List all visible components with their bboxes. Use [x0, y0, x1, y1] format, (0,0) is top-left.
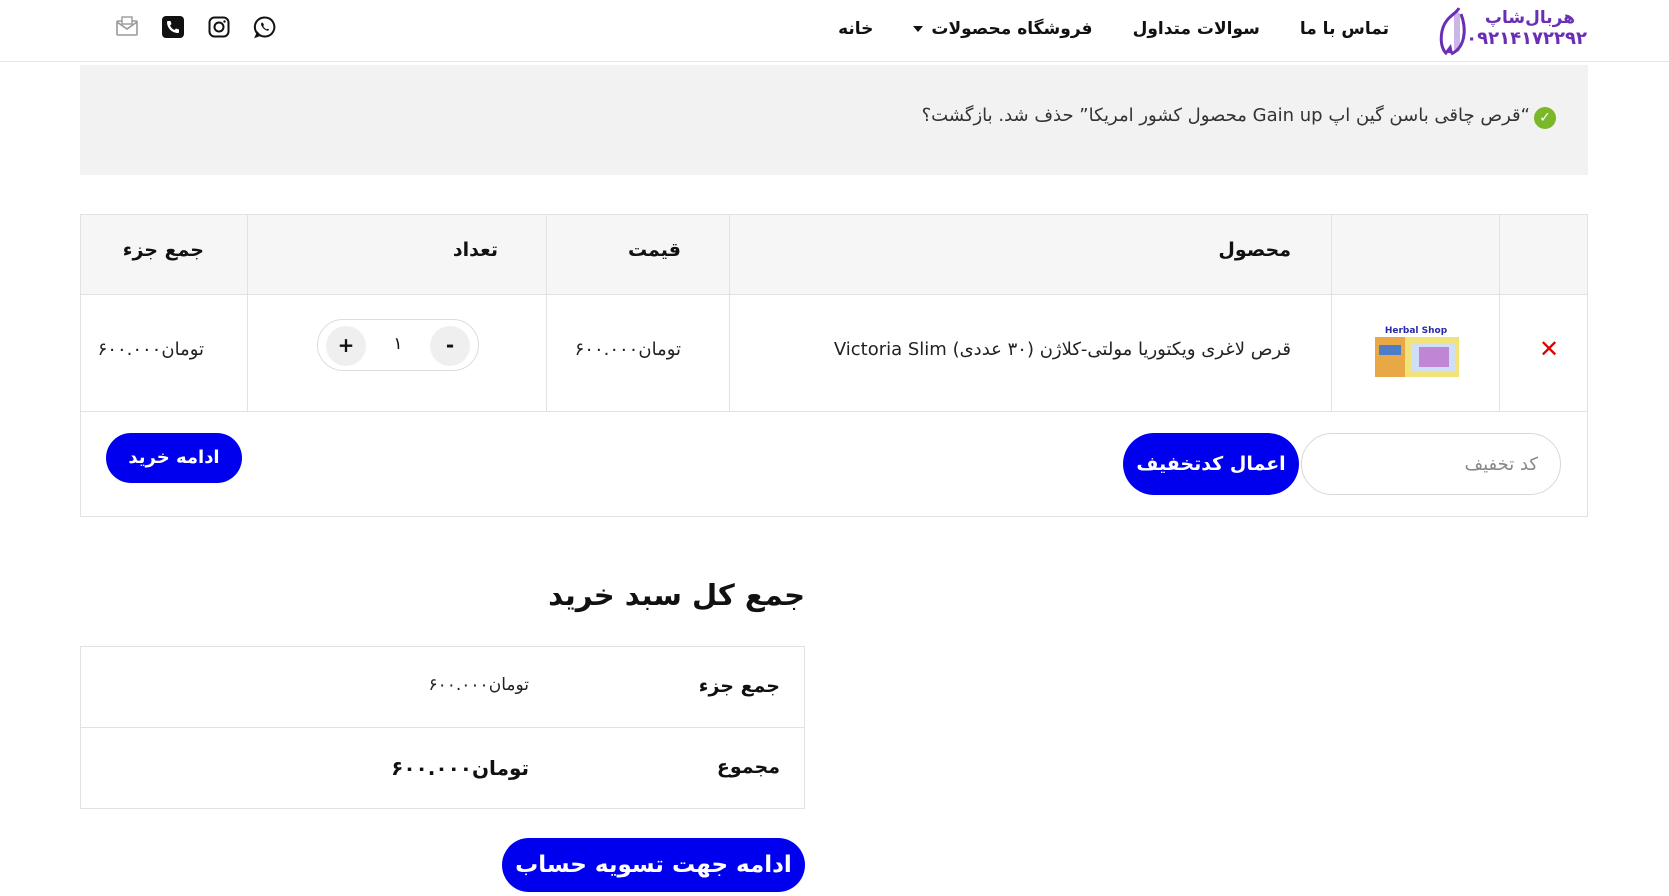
qty-minus-button[interactable]: - [430, 326, 470, 366]
checkout-button[interactable]: ادامه جهت تسویه حساب [502, 838, 805, 892]
logo-phone: ۰۹۲۱۴۱۷۲۲۹۲ [1466, 28, 1587, 49]
totals-total-row: مجموع تومان۶۰۰.۰۰۰ [81, 728, 804, 809]
cart-table: محصول قیمت تعداد جمع جزء ✕ Herbal Shop ق… [80, 214, 1588, 517]
product-price: تومان۶۰۰.۰۰۰ [574, 339, 681, 360]
cart-table-header [81, 215, 1587, 295]
subtotal-value: تومان۶۰۰.۰۰۰ [428, 675, 530, 695]
apply-coupon-button[interactable]: اعمال کدتخفیف [1123, 433, 1299, 495]
site-header: هربال‌شاپ ۰۹۲۱۴۱۷۲۲۹۲ خانه فروشگاه محصول… [0, 0, 1669, 62]
total-value: تومان۶۰۰.۰۰۰ [391, 756, 529, 780]
notice-message[interactable]: “قرص چاقی باسن گین اپ Gain up محصول کشور… [922, 105, 1530, 126]
qty-value[interactable]: ۱ [378, 334, 418, 354]
col-price: قیمت [627, 239, 681, 261]
continue-shopping-button[interactable]: ادامه خرید [106, 433, 242, 483]
instagram-icon[interactable] [207, 15, 231, 39]
quantity-stepper: + ۱ - [317, 319, 479, 371]
thumb-brand: Herbal Shop [1385, 326, 1448, 336]
product-thumbnail[interactable]: Herbal Shop [1371, 323, 1461, 379]
col-quantity: تعداد [452, 239, 498, 261]
nav-home[interactable]: خانه [838, 16, 873, 42]
main-nav: خانه فروشگاه محصولات سوالات متداول تماس … [838, 16, 1389, 42]
site-logo[interactable]: هربال‌شاپ ۰۹۲۱۴۱۷۲۲۹۲ [1437, 4, 1587, 58]
product-name[interactable]: قرص لاغری ویکتوریا مولتی-کلاژن (۳۰ عددی)… [834, 339, 1291, 360]
nav-contact[interactable]: تماس با ما [1300, 16, 1389, 42]
qty-plus-button[interactable]: + [326, 326, 366, 366]
social-icons [115, 15, 277, 39]
logo-name: هربال‌شاپ [1484, 8, 1575, 28]
phone-icon[interactable] [161, 15, 185, 39]
remove-item-icon[interactable]: ✕ [1539, 335, 1559, 363]
cart-totals-table: جمع جزء تومان۶۰۰.۰۰۰ مجموع تومان۶۰۰.۰۰۰ [80, 646, 805, 809]
caret-down-icon [913, 26, 924, 32]
nav-shop[interactable]: فروشگاه محصولات [913, 16, 1093, 42]
coupon-code-input[interactable] [1301, 433, 1561, 495]
col-product: محصول [1218, 239, 1291, 261]
subtotal-label: جمع جزء [698, 675, 780, 697]
cart-notice: “قرص چاقی باسن گین اپ Gain up محصول کشور… [80, 65, 1588, 175]
cart-totals-title: جمع کل سبد خرید [548, 578, 805, 612]
whatsapp-icon[interactable] [253, 15, 277, 39]
col-subtotal: جمع جزء [122, 239, 204, 261]
totals-subtotal-row: جمع جزء تومان۶۰۰.۰۰۰ [81, 647, 804, 728]
nav-faq[interactable]: سوالات متداول [1133, 16, 1260, 42]
total-label: مجموع [716, 756, 780, 778]
email-icon[interactable] [115, 15, 139, 39]
check-circle-icon: ✓ [1534, 107, 1556, 129]
item-subtotal: تومان۶۰۰.۰۰۰ [97, 339, 204, 360]
cart-item-row: ✕ Herbal Shop قرص لاغری ویکتوریا مولتی-ک… [81, 295, 1587, 412]
